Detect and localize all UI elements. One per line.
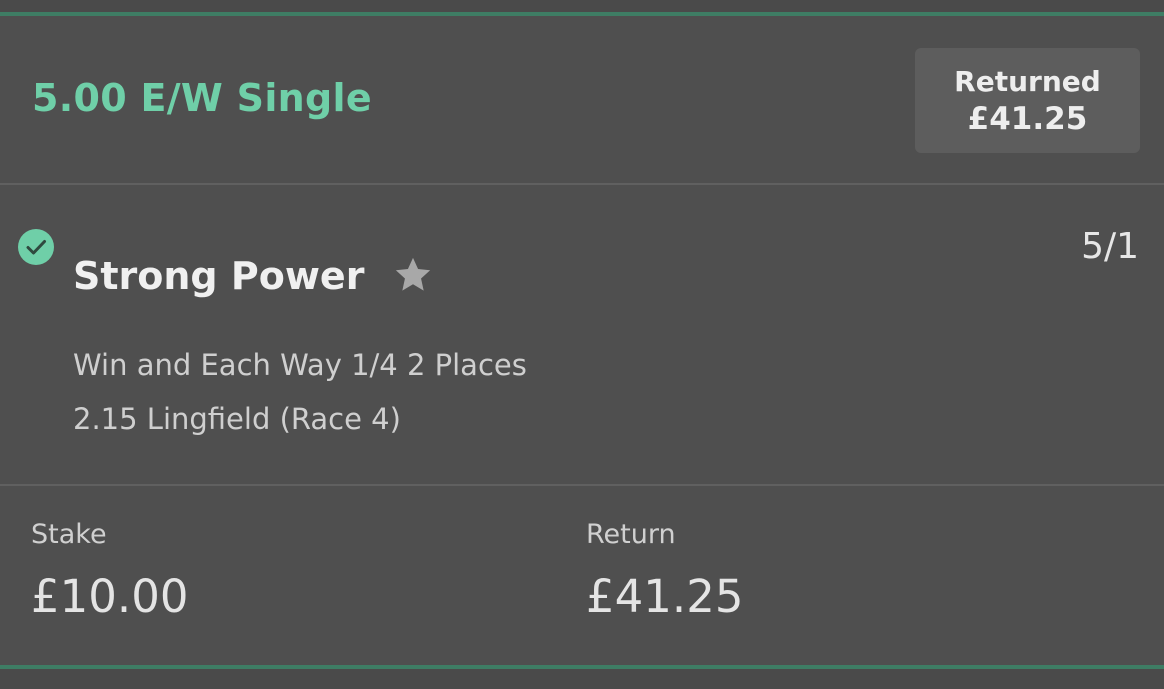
event-description: 2.15 Lingfield (Race 4) xyxy=(73,402,401,436)
bet-title: 5.00 E/W Single xyxy=(32,76,372,120)
return-label: Return xyxy=(586,519,676,550)
summary-divider xyxy=(0,484,1164,486)
market-description: Win and Each Way 1/4 2 Places xyxy=(73,348,527,382)
stake-value: £10.00 xyxy=(31,570,189,623)
bottom-band xyxy=(0,669,1164,689)
stake-label: Stake xyxy=(31,519,107,550)
bet-card: 5.00 E/W Single Returned £41.25 Strong P… xyxy=(0,0,1164,689)
returned-amount: £41.25 xyxy=(967,101,1088,137)
star-icon[interactable] xyxy=(392,254,434,296)
odds: 5/1 xyxy=(1081,226,1139,267)
top-band xyxy=(0,0,1164,12)
header-divider xyxy=(0,183,1164,185)
check-circle-icon xyxy=(18,229,54,265)
return-value: £41.25 xyxy=(586,570,744,623)
top-accent-line xyxy=(0,12,1164,16)
selection-name: Strong Power xyxy=(73,254,365,298)
returned-badge: Returned £41.25 xyxy=(915,48,1140,153)
returned-label: Returned xyxy=(954,65,1101,98)
